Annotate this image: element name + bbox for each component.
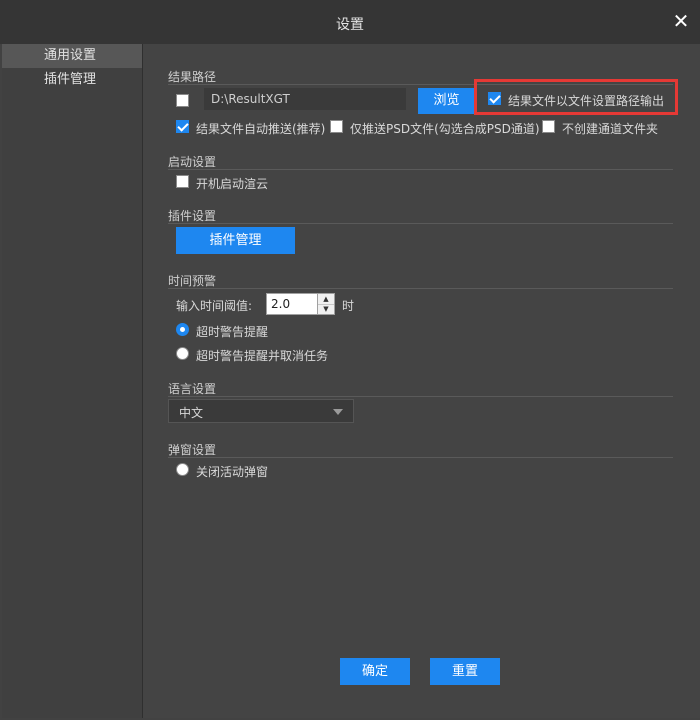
section-title-plugin: 插件设置	[168, 209, 217, 223]
language-select-value: 中文	[179, 406, 204, 420]
section-title-language: 语言设置	[168, 382, 217, 396]
section-title-startup: 启动设置	[168, 155, 217, 169]
divider	[168, 223, 673, 224]
language-select[interactable]: 中文	[168, 399, 354, 423]
section-title-popup: 弹窗设置	[168, 443, 217, 457]
chevron-down-icon	[333, 409, 343, 415]
settings-window: 设置 ✕ 通用设置 插件管理 结果路径 D:\ResultXGT 浏览 结果文件…	[0, 0, 700, 720]
no-channel-folder-label: 不创建通道文件夹	[562, 122, 659, 136]
reset-button[interactable]: 重置	[430, 658, 500, 685]
psd-only-checkbox[interactable]	[330, 120, 343, 133]
radio-close-popup-label: 关闭活动弹窗	[196, 465, 269, 479]
result-path-input[interactable]: D:\ResultXGT	[204, 88, 406, 110]
browse-button[interactable]: 浏览	[418, 88, 475, 114]
timeout-unit: 时	[342, 299, 355, 313]
timeout-value: 2.0	[271, 297, 291, 311]
timeout-input-label: 输入时间阈值:	[176, 299, 253, 313]
plugin-manage-button[interactable]: 插件管理	[176, 227, 295, 254]
stepper-down-icon[interactable]: ▼	[318, 304, 334, 314]
psd-only-label: 仅推送PSD文件(勾选合成PSD通道)	[350, 122, 540, 136]
radio-close-popup[interactable]	[176, 463, 189, 476]
divider	[168, 396, 673, 397]
result-path-checkbox[interactable]	[176, 94, 189, 107]
divider	[168, 288, 673, 289]
divider	[168, 169, 673, 170]
radio-timeout-warn[interactable]	[176, 323, 189, 336]
section-title-result-path: 结果路径	[168, 70, 217, 84]
timeout-stepper[interactable]: 2.0 ▲ ▼	[266, 293, 335, 315]
close-icon[interactable]: ✕	[670, 10, 692, 32]
no-channel-folder-checkbox[interactable]	[542, 120, 555, 133]
radio-timeout-warn-label: 超时警告提醒	[196, 325, 269, 339]
sidebar: 通用设置 插件管理	[2, 44, 143, 718]
section-title-timeout: 时间预警	[168, 274, 217, 288]
stepper-buttons: ▲ ▼	[317, 294, 334, 314]
sidebar-item-general[interactable]: 通用设置	[2, 44, 142, 68]
window-title: 设置	[336, 17, 364, 33]
settings-content: 结果路径 D:\ResultXGT 浏览 结果文件以文件设置路径输出 结果文件自…	[143, 44, 700, 718]
sidebar-item-plugins[interactable]: 插件管理	[2, 68, 142, 92]
radio-timeout-warn-cancel-label: 超时警告提醒并取消任务	[196, 349, 329, 363]
highlight-box	[474, 79, 678, 115]
title-bar: 设置 ✕	[0, 0, 700, 44]
divider	[168, 457, 673, 458]
auto-start-label: 开机启动渲云	[196, 177, 269, 191]
auto-start-checkbox[interactable]	[176, 175, 189, 188]
confirm-button[interactable]: 确定	[340, 658, 410, 685]
radio-timeout-warn-cancel[interactable]	[176, 347, 189, 360]
auto-push-label: 结果文件自动推送(推荐)	[196, 122, 326, 136]
auto-push-checkbox[interactable]	[176, 120, 189, 133]
